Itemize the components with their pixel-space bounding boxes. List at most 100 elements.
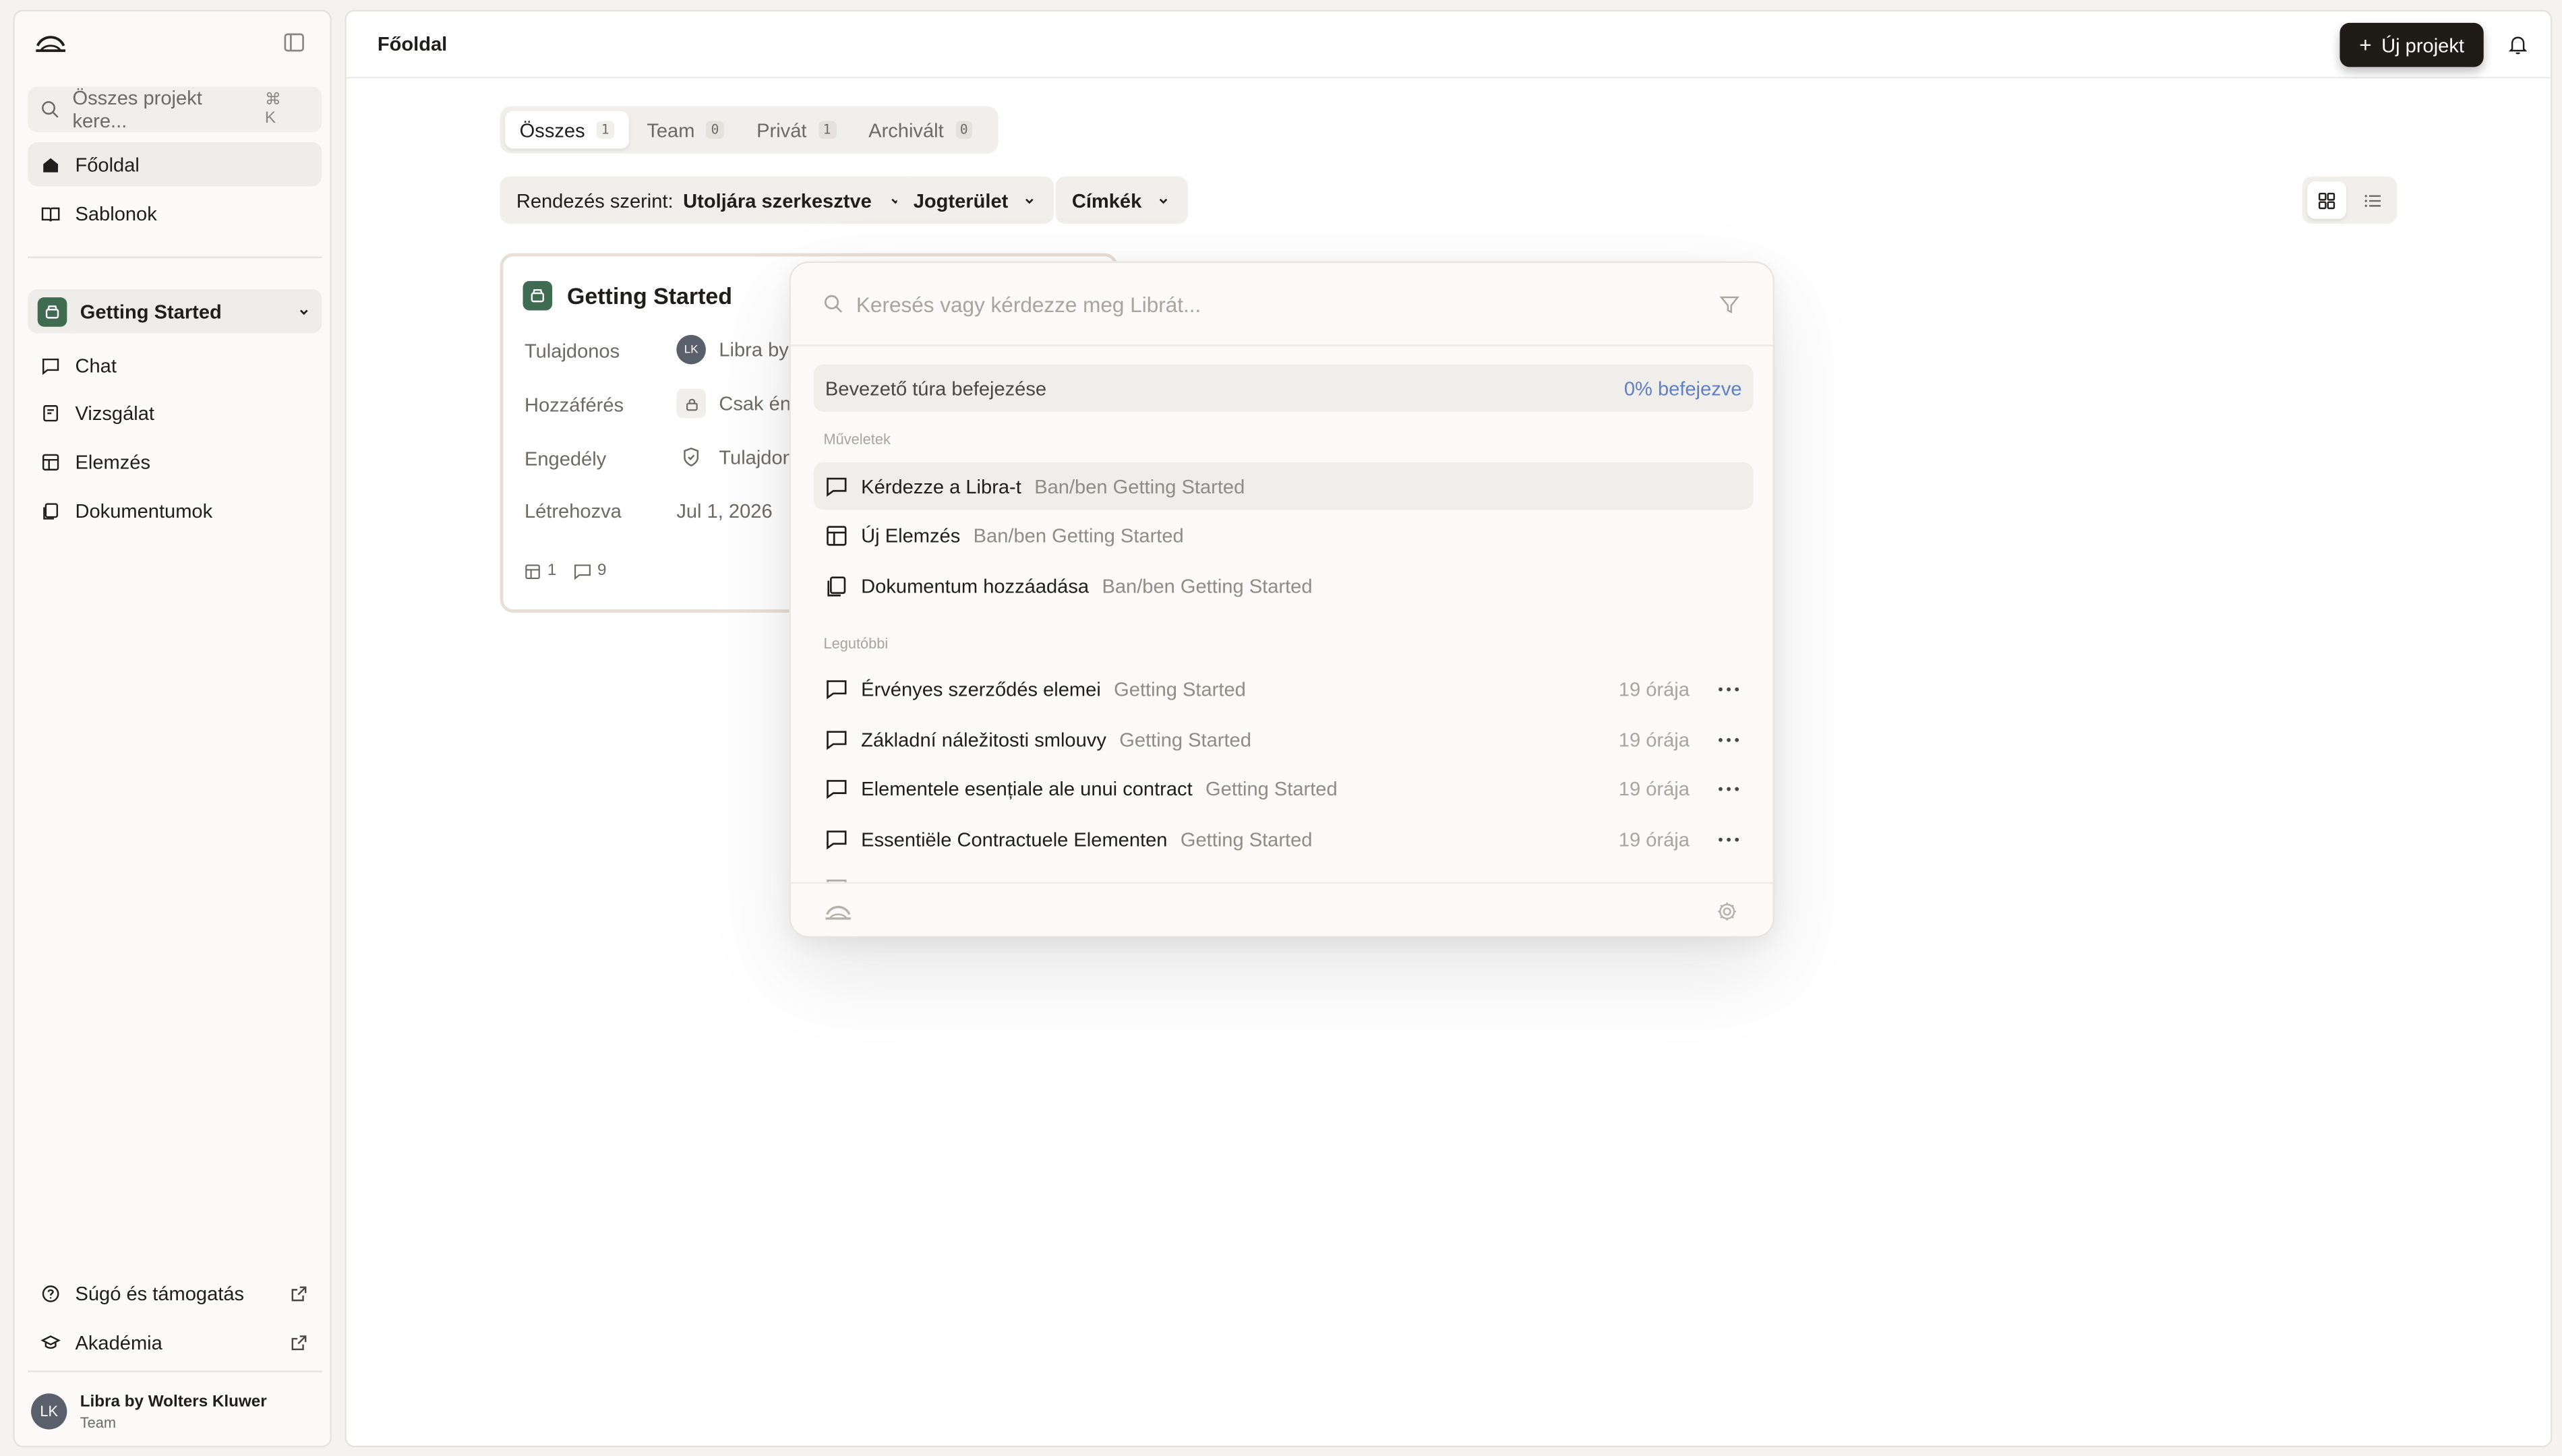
new-project-button[interactable]: + Új projekt [2340,22,2484,67]
project-box-icon [523,280,553,311]
recent-item[interactable]: Základní náležitosti smlouvy Getting Sta… [814,715,1754,762]
search-icon [825,295,843,313]
documents-icon [43,502,59,519]
chat-icon [827,730,847,750]
tab-team[interactable]: Team 0 [632,111,739,149]
grid-view-button[interactable] [2306,181,2347,219]
plus-icon: + [2359,32,2372,57]
search-placeholder: Összes projekt kere... [72,86,202,133]
more-options-icon[interactable] [1716,828,1742,851]
search-shortcut: ⌘ K [264,91,287,128]
table-icon [827,525,847,545]
palette-search-input[interactable]: Keresés vagy kérdezze meg Librát... [790,263,1773,346]
help-icon [42,1284,59,1302]
permission-label: Engedély [524,448,607,471]
recent-context: Getting Started [1119,727,1251,751]
tags-filter-dropdown[interactable]: Címkék [1055,176,1188,224]
chat-icon [42,357,59,375]
sidebar-item-home[interactable]: Főoldal [28,142,322,187]
lock-icon [676,388,706,419]
permission-value: Tulajdon [676,443,794,473]
onboarding-tour-item[interactable]: Bevezető túra befejezése 0% befejezve [813,364,1754,412]
tour-label: Bevezető túra befejezése [825,376,1047,400]
sidebar-item-review[interactable]: Vizsgálat [28,390,322,434]
sidebar-item-help[interactable]: Súgó és támogatás [28,1271,322,1314]
recent-time: 19 órája [1618,677,1690,700]
sidebar: Összes projekt kere... ⌘ K Főoldal Sablo… [13,9,332,1448]
avatar: LK [31,1393,67,1430]
sidebar-item-academy[interactable]: Akadémia [28,1320,322,1364]
chat-icon [827,679,847,699]
sidebar-item-analysis[interactable]: Elemzés [28,439,322,483]
sidebar-item-chat[interactable]: Chat [28,343,322,387]
chat-icon [827,830,847,849]
top-bar: Főoldal + Új projekt [346,11,2551,79]
project-card-title: Getting Started [523,280,733,311]
sidebar-item-templates[interactable]: Sablonok [28,191,322,235]
user-profile[interactable]: LK Libra by Wolters Kluwer Team [28,1381,322,1443]
tab-label: Archivált [868,118,944,142]
list-view-button[interactable] [2353,181,2392,219]
bell-icon[interactable] [2507,32,2530,55]
tab-count-badge: 1 [818,121,836,139]
jurisdiction-filter-dropdown[interactable]: Jogterület [897,176,1054,224]
palette-search-placeholder: Keresés vagy kérdezze meg Librát... [856,291,1201,316]
recent-title: Elementele esențiale ale unui contract [861,777,1193,800]
avatar: LK [676,334,706,365]
sidebar-project-selector[interactable]: Getting Started [28,289,322,334]
sort-dropdown[interactable]: Rendezés szerint: Utoljára szerkesztve [500,176,921,224]
sidebar-item-documents[interactable]: Dokumentumok [28,489,322,533]
action-add-document[interactable]: Dokumentum hozzáadása Ban/ben Getting St… [814,562,1754,609]
sidebar-item-label: Vizsgálat [75,400,154,424]
recent-context: Getting Started [1114,677,1246,700]
sidebar-item-label: Elemzés [75,450,150,473]
access-text: Csak én [719,392,792,415]
recent-item[interactable]: Essentiële Contractuele Elementen Gettin… [814,815,1754,862]
page-title: Főoldal [377,32,448,56]
table-icon [525,564,540,578]
action-ask-libra[interactable]: Kérdezze a Libra-t Ban/ben Getting Start… [813,462,1754,510]
more-options-icon[interactable] [1716,777,1742,799]
project-search-input[interactable]: Összes projekt kere... ⌘ K [28,86,322,133]
tab-label: Team [647,118,695,142]
chevron-down-icon [1025,198,1034,204]
grid-icon [2318,191,2335,208]
filter-icon[interactable] [1719,293,1741,315]
recent-item[interactable]: Elementele esențiale ale unui contract G… [814,764,1754,812]
view-toggle [2302,176,2397,224]
recent-item[interactable]: Érvényes szerződés elemei Getting Starte… [814,665,1754,712]
permission-text: Tulajdon [719,446,794,469]
sidebar-item-label: Főoldal [75,152,140,176]
recent-context: Getting Started [1180,827,1313,851]
tab-count-badge: 0 [955,121,973,139]
tab-count-badge: 1 [596,121,614,139]
recent-time: 19 órája [1618,777,1690,800]
more-options-icon[interactable] [1716,677,1742,700]
sidebar-item-label: Súgó és támogatás [75,1281,245,1305]
owner-name: Libra by [719,338,789,361]
project-card-name: Getting Started [566,282,733,309]
project-name: Getting Started [80,299,222,323]
tab-all[interactable]: Összes 1 [504,111,629,149]
action-new-analysis[interactable]: Új Elemzés Ban/ben Getting Started [814,512,1754,559]
libra-logo-icon [825,905,851,920]
action-label: Új Elemzés [861,523,961,547]
tab-private[interactable]: Privát 1 [742,111,850,149]
sidebar-collapse-icon[interactable] [282,31,305,54]
gear-icon[interactable] [1716,900,1739,923]
user-team: Team [80,1414,117,1430]
sidebar-divider [28,1370,322,1372]
more-options-icon[interactable] [1716,728,1742,751]
access-value: Csak én [676,388,792,419]
jurisdiction-label: Jogterület [913,188,1009,212]
recent-time: 19 órája [1618,827,1690,851]
tab-archived[interactable]: Archivált 0 [854,111,987,149]
libra-logo-icon[interactable] [34,31,67,54]
review-icon [43,404,59,421]
table-icon [42,453,59,470]
tables-count: 1 [525,562,556,580]
actions-section-label: Műveletek [823,431,891,448]
sort-prefix: Rendezés szerint: [516,188,674,212]
action-context: Ban/ben Getting Started [1102,574,1313,597]
recent-title: Érvényes szerződés elemei [861,677,1101,700]
